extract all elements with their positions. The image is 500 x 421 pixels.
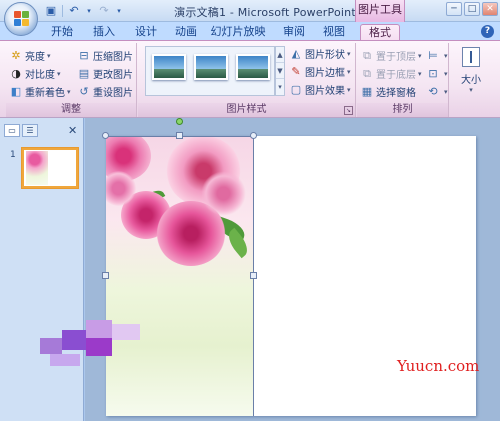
brightness-button[interactable]: ✲ 亮度 ▾ bbox=[10, 48, 50, 63]
compress-pictures-button[interactable]: ⊟ 压缩图片 bbox=[78, 48, 133, 63]
picture-shape-label: 图片形状 bbox=[305, 50, 345, 61]
size-icon bbox=[462, 47, 480, 67]
contrast-icon: ◑ bbox=[11, 66, 21, 80]
align-icon: ⊨ bbox=[428, 48, 438, 62]
maximize-button[interactable]: □ bbox=[464, 2, 480, 16]
recolor-icon: ◧ bbox=[10, 84, 22, 98]
help-icon[interactable]: ? bbox=[481, 25, 494, 38]
close-panel-icon[interactable]: ✕ bbox=[68, 124, 77, 137]
shape-icon: ◭ bbox=[291, 46, 301, 60]
slide-number: 1 bbox=[10, 150, 16, 160]
selection-pane-button[interactable]: ▦ 选择窗格 bbox=[361, 84, 416, 99]
ribbon: ✲ 亮度 ▾ ◑ 对比度 ▾ ◧ 重新着色 ▾ ⊟ 压缩图片 ▤ 更改图片 ↺ 重设图… bbox=[0, 40, 500, 118]
group-arrange-label: 排列 bbox=[357, 103, 448, 117]
change-picture-label: 更改图片 bbox=[93, 70, 133, 81]
picture-shape-button[interactable]: ◭ 图片形状 ▾ bbox=[290, 46, 351, 61]
outline-tab-icon[interactable]: ☰ bbox=[22, 124, 38, 137]
recolor-button[interactable]: ◧ 重新着色 ▾ bbox=[10, 84, 71, 99]
change-picture-button[interactable]: ▤ 更改图片 bbox=[78, 66, 133, 81]
tab-animations[interactable]: 动画 bbox=[172, 24, 200, 40]
tab-home[interactable]: 开始 bbox=[48, 24, 76, 40]
selection-pane-icon: ▦ bbox=[361, 84, 373, 98]
tab-insert[interactable]: 插入 bbox=[90, 24, 118, 40]
slides-tab-icon[interactable]: ▭ bbox=[4, 124, 20, 137]
style-thumb-3[interactable] bbox=[236, 54, 270, 80]
office-button[interactable] bbox=[4, 2, 38, 36]
tab-view[interactable]: 视图 bbox=[320, 24, 348, 40]
ribbon-tab-row: 开始 插入 设计 动画 幻灯片放映 审阅 视图 格式 ? bbox=[0, 22, 500, 40]
flower-picture[interactable] bbox=[106, 136, 253, 416]
rotate-button[interactable]: ⟲ ▾ bbox=[427, 84, 447, 99]
tab-format[interactable]: 格式 bbox=[360, 24, 400, 40]
title-bar: ▣ ↶ ▾ ↷ ▾ 演示文稿1 - Microsoft PowerPoint 图… bbox=[0, 0, 500, 22]
contrast-label: 对比度 bbox=[25, 70, 55, 81]
group-objects-button[interactable]: ⊡ ▾ bbox=[427, 66, 447, 81]
window-title: 演示文稿1 - Microsoft PowerPoint bbox=[174, 6, 356, 19]
align-button[interactable]: ⊨ ▾ bbox=[427, 48, 447, 63]
compress-label: 压缩图片 bbox=[93, 52, 133, 63]
border-pen-icon: ✎ bbox=[291, 64, 301, 78]
size-label: 大小 bbox=[461, 75, 481, 86]
reset-picture-icon: ↺ bbox=[79, 84, 89, 98]
recolor-label: 重新着色 bbox=[25, 88, 65, 99]
minimize-button[interactable]: ─ bbox=[446, 2, 462, 16]
group-adjust: ✲ 亮度 ▾ ◑ 对比度 ▾ ◧ 重新着色 ▾ ⊟ 压缩图片 ▤ 更改图片 ↺ 重设图… bbox=[6, 43, 137, 117]
picture-styles-gallery[interactable] bbox=[145, 46, 275, 96]
change-picture-icon: ▤ bbox=[78, 66, 90, 80]
group-arrange: ⧉ 置于顶层 ▾ ⧉ 置于底层 ▾ ▦ 选择窗格 ⊨ ▾ ⊡ ▾ ⟲ ▾ 排列 bbox=[357, 43, 449, 117]
style-thumb-1[interactable] bbox=[152, 54, 186, 80]
picture-effects-button[interactable]: ▢ 图片效果 ▾ bbox=[290, 82, 351, 97]
gallery-more-icon[interactable]: ▾ bbox=[276, 79, 284, 95]
picture-tools-context-title: 图片工具 bbox=[355, 0, 405, 22]
watermark-text: Yuucn.com bbox=[397, 357, 480, 375]
gallery-scroll[interactable]: ▲ ▼ ▾ bbox=[275, 46, 285, 96]
tab-review[interactable]: 审阅 bbox=[280, 24, 308, 40]
bring-front-label: 置于顶层 bbox=[376, 52, 416, 63]
rotate-icon: ⟲ bbox=[428, 84, 438, 98]
picture-styles-dialog-launcher[interactable]: ↘ bbox=[344, 106, 353, 115]
rotation-handle[interactable] bbox=[176, 118, 183, 125]
reset-picture-label: 重设图片 bbox=[93, 88, 133, 99]
panel-tabs: ▭ ☰ bbox=[4, 124, 38, 137]
mosaic-overlay bbox=[40, 320, 160, 370]
group-picture-styles-label: 图片样式 bbox=[138, 103, 355, 117]
send-to-back-button[interactable]: ⧉ 置于底层 ▾ bbox=[361, 66, 421, 81]
picture-effects-label: 图片效果 bbox=[305, 86, 345, 97]
send-back-label: 置于底层 bbox=[376, 70, 416, 81]
brightness-icon: ✲ bbox=[11, 48, 21, 62]
window-controls: ─ □ ✕ bbox=[446, 2, 498, 16]
group-adjust-label: 调整 bbox=[6, 103, 136, 117]
bring-front-icon: ⧉ bbox=[363, 48, 371, 62]
effects-icon: ▢ bbox=[290, 82, 302, 96]
picture-border-label: 图片边框 bbox=[305, 68, 345, 79]
reset-picture-button[interactable]: ↺ 重设图片 bbox=[78, 84, 133, 99]
brightness-label: 亮度 bbox=[25, 52, 45, 63]
office-logo-icon bbox=[14, 11, 30, 27]
slide-editing-area[interactable] bbox=[85, 118, 500, 421]
gallery-down-icon[interactable]: ▼ bbox=[276, 63, 284, 79]
contrast-button[interactable]: ◑ 对比度 ▾ bbox=[10, 66, 60, 81]
selection-pane-label: 选择窗格 bbox=[376, 88, 416, 99]
slides-panel: ▭ ☰ ✕ 1 bbox=[0, 118, 84, 421]
gallery-up-icon[interactable]: ▲ bbox=[276, 47, 284, 63]
send-back-icon: ⧉ bbox=[363, 66, 371, 80]
slide-thumbnail-1[interactable] bbox=[22, 148, 78, 188]
size-button[interactable]: 大小 ▾ bbox=[456, 45, 486, 101]
close-button[interactable]: ✕ bbox=[482, 2, 498, 16]
tab-slideshow[interactable]: 幻灯片放映 bbox=[210, 24, 266, 40]
picture-border-button[interactable]: ✎ 图片边框 ▾ bbox=[290, 64, 350, 79]
compress-icon: ⊟ bbox=[79, 48, 89, 62]
tab-design[interactable]: 设计 bbox=[132, 24, 160, 40]
bring-to-front-button[interactable]: ⧉ 置于顶层 ▾ bbox=[361, 48, 421, 63]
style-thumb-2[interactable] bbox=[194, 54, 228, 80]
group-icon: ⊡ bbox=[428, 66, 438, 80]
